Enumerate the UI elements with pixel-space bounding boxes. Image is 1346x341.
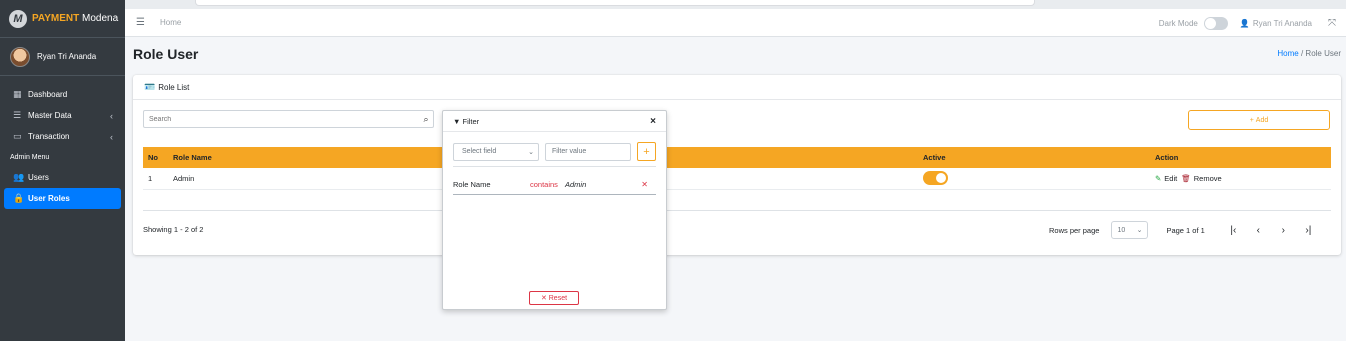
add-filter-button[interactable]: + xyxy=(637,142,656,161)
breadcrumb-separator: / xyxy=(1300,49,1304,58)
topbar-user-name[interactable]: Ryan Tri Ananda xyxy=(1253,19,1312,28)
remove-link[interactable]: Remove xyxy=(1194,174,1222,183)
edit-icon[interactable]: ✎ xyxy=(1155,174,1161,183)
reset-label: Reset xyxy=(548,294,568,302)
brand-name: Modena xyxy=(82,13,119,24)
users-icon: 👥 xyxy=(13,172,25,182)
remove-rule-icon[interactable]: ✕ xyxy=(641,180,648,189)
field-select[interactable]: Select field ⌄ xyxy=(453,142,539,161)
add-button[interactable]: + Add xyxy=(1188,110,1330,130)
trash-icon[interactable]: 🗑 xyxy=(1181,174,1191,183)
sidebar-item-label: User Roles xyxy=(28,194,70,203)
x-icon: ✕ xyxy=(540,295,549,302)
prev-page-icon[interactable]: ‹ xyxy=(1246,225,1271,236)
filter-header: ▼ Filter × xyxy=(443,111,666,132)
chevron-left-icon: ‹ xyxy=(110,110,113,121)
last-page-icon[interactable]: ›| xyxy=(1296,225,1321,236)
breadcrumb: Home / Role User xyxy=(1277,49,1341,58)
showing-count: Showing 1 - 2 of 2 xyxy=(143,225,204,234)
card-header: 🪪 Role List xyxy=(133,75,1341,100)
reset-button[interactable]: ✕ Reset xyxy=(529,291,579,305)
lock-icon: 🔒 xyxy=(13,193,25,203)
sidebar-item-user-roles[interactable]: 🔒 User Roles xyxy=(4,188,121,209)
brand-accent: PAYMENT xyxy=(32,13,80,24)
address-bar-edge xyxy=(195,0,1035,6)
sidebar-item-dashboard[interactable]: ▦ Dashboard xyxy=(4,84,121,105)
filter-separator xyxy=(453,166,656,167)
field-select-placeholder: Select field xyxy=(462,148,497,155)
first-page-icon[interactable]: |‹ xyxy=(1221,225,1246,236)
filter-popup: ▼ Filter × Select field ⌄ Filter value +… xyxy=(442,110,667,310)
browser-strip xyxy=(125,0,1346,9)
sidebar-nav: ▦ Dashboard ☰ Master Data ‹ ▭ Transactio… xyxy=(0,76,125,217)
breadcrumb-home[interactable]: Home xyxy=(1277,49,1298,58)
brand[interactable]: M PAYMENT Modena xyxy=(0,0,125,38)
chevron-down-icon: ⌄ xyxy=(528,148,534,156)
page-info: Page 1 of 1 xyxy=(1166,225,1205,235)
sidebar-item-label: Dashboard xyxy=(28,90,68,99)
sidebar-item-label: Transaction xyxy=(28,132,70,141)
add-label: Add xyxy=(1255,116,1269,124)
sidebar-item-label: Users xyxy=(28,173,49,182)
rule-field: Role Name xyxy=(453,179,491,189)
breadcrumb-current: Role User xyxy=(1305,49,1341,58)
filter-input-row: Select field ⌄ Filter value + xyxy=(453,142,656,161)
database-icon: ☰ xyxy=(13,110,22,120)
roles-table: No Role Name Active Action 1 Admin ✎ Edit… xyxy=(143,147,1331,190)
col-no[interactable]: No xyxy=(143,147,173,168)
nav-header-admin: Admin Menu xyxy=(10,153,50,161)
dark-mode-label: Dark Mode xyxy=(1158,18,1198,28)
avatar xyxy=(10,46,30,67)
menu-icon[interactable]: ☰ xyxy=(136,17,145,28)
col-action: Action xyxy=(1155,153,1179,162)
table-divider xyxy=(143,210,1331,211)
sidebar-item-master-data[interactable]: ☰ Master Data ‹ xyxy=(4,105,121,126)
brand-logo: M xyxy=(9,9,27,28)
sidebar-item-transaction[interactable]: ▭ Transaction ‹ xyxy=(4,126,121,147)
col-active[interactable]: Active xyxy=(923,147,1155,168)
close-icon[interactable]: × xyxy=(650,116,656,127)
table-header-row: No Role Name Active Action xyxy=(143,147,1331,168)
cell-no: 1 xyxy=(148,173,153,183)
funnel-icon: ▼ xyxy=(453,116,463,126)
filter-value-input[interactable]: Filter value xyxy=(545,142,631,161)
card-title: Role List xyxy=(158,82,190,92)
rows-per-page-select[interactable]: 10 ⌄ xyxy=(1111,221,1149,239)
chevron-left-icon: ‹ xyxy=(110,131,113,142)
cell-active xyxy=(923,168,1155,189)
dark-mode-toggle[interactable] xyxy=(1203,16,1228,30)
user-panel[interactable]: Ryan Tri Ananda xyxy=(0,38,125,76)
id-card-icon: 🪪 xyxy=(144,81,156,92)
search-input[interactable] xyxy=(144,115,419,123)
sidebar: M PAYMENT Modena Ryan Tri Ananda ▦ Dashb… xyxy=(0,0,125,341)
next-page-icon[interactable]: › xyxy=(1271,225,1296,236)
search-icon[interactable]: ⌕ xyxy=(419,114,433,125)
page-title: Role User xyxy=(133,46,199,62)
table-row: 1 Admin ✎ Edit 🗑 Remove xyxy=(143,168,1331,189)
topbar: ☰ Home Dark Mode 👤 Ryan Tri Ananda ⤧ xyxy=(125,9,1346,37)
role-list-card: 🪪 Role List ⌕ + Add No Role Name Active … xyxy=(133,75,1341,255)
filter-title: Filter xyxy=(462,116,480,126)
pagination: Rows per page 10 ⌄ Page 1 of 1 |‹ ‹ › ›| xyxy=(1049,221,1321,239)
sidebar-item-label: Master Data xyxy=(28,111,72,120)
sidebar-item-users[interactable]: 👥 Users xyxy=(4,167,121,188)
active-switch[interactable] xyxy=(923,171,948,186)
edit-link[interactable]: Edit xyxy=(1164,174,1177,183)
grid-icon: ▦ xyxy=(13,89,22,99)
user-icon: 👤 xyxy=(1239,18,1250,28)
fullscreen-icon[interactable]: ⤧ xyxy=(1328,18,1336,29)
search-box: ⌕ xyxy=(143,110,434,128)
rule-operator: contains xyxy=(530,179,558,189)
brand-text: PAYMENT Modena xyxy=(32,13,118,24)
rows-per-page-value: 10 xyxy=(1117,226,1126,234)
sidebar-user-name: Ryan Tri Ananda xyxy=(37,52,97,61)
chevron-down-icon: ⌄ xyxy=(1136,227,1143,234)
credit-card-icon: ▭ xyxy=(13,131,22,141)
nav-home-link[interactable]: Home xyxy=(160,18,181,27)
rule-value: Admin xyxy=(565,179,587,189)
filter-rule: Role Name contains Admin ✕ xyxy=(453,174,656,195)
cell-action: ✎ Edit 🗑 Remove xyxy=(1155,168,1331,189)
rows-per-page-label: Rows per page xyxy=(1049,225,1100,235)
topbar-right: Dark Mode 👤 Ryan Tri Ananda ⤧ xyxy=(1159,9,1346,37)
